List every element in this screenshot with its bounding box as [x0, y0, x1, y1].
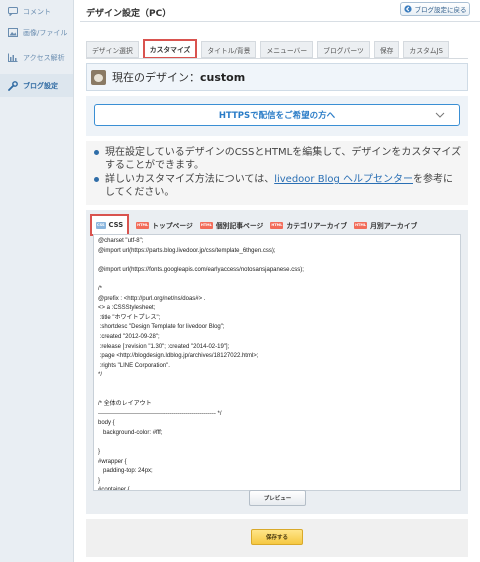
file-tab-css[interactable]: CSS CSS: [90, 214, 130, 236]
back-button-label: ブログ設定に戻る: [414, 6, 467, 14]
design-thumbnail: [91, 69, 106, 85]
sidebar-item-comment[interactable]: コメント: [0, 3, 73, 20]
tab-customize[interactable]: カスタマイズ: [142, 39, 198, 59]
https-info-button[interactable]: HTTPSで配信をご希望の方へ: [94, 104, 460, 126]
save-panel: 保存する: [86, 519, 468, 557]
tab-divider: [86, 58, 468, 59]
file-tab-label: CSS: [108, 221, 124, 229]
info-line-2: 詳しいカスタマイズ方法については、livedoor Blog ヘルプセンターを参…: [94, 173, 462, 199]
css-code-editor[interactable]: @charset "utf-8"; @import url(https://pa…: [93, 234, 461, 491]
sidebar-item-blog-settings[interactable]: ブログ設定: [0, 74, 73, 97]
info-panel: 現在設定しているデザインのCSSとHTMLを編集して、デザインをカスタマイズする…: [86, 141, 468, 205]
tab-save[interactable]: 保存: [373, 41, 400, 58]
current-design-label: 現在のデザイン：: [112, 71, 200, 84]
tab-blog-parts[interactable]: ブログパーツ: [317, 41, 370, 58]
sidebar-item-label: ブログ設定: [23, 81, 58, 90]
preview-button[interactable]: プレビュー: [249, 490, 306, 506]
editor-panel: CSS CSS HTML トップページ HTML 個別記事ページ HTML カテ…: [86, 210, 468, 514]
file-tabs: CSS CSS HTML トップページ HTML 個別記事ページ HTML カテ…: [90, 214, 424, 236]
tab-menubar[interactable]: メニューバー: [260, 41, 314, 58]
file-tab-top-page[interactable]: HTML トップページ: [136, 216, 193, 234]
back-arrow-icon: [403, 5, 412, 13]
tab-custom-js[interactable]: カスタムJS: [403, 41, 449, 58]
https-panel: HTTPSで配信をご希望の方へ: [86, 96, 468, 136]
file-tab-category-archive[interactable]: HTML カテゴリアーカイブ: [270, 216, 347, 234]
info-line-1: 現在設定しているデザインのCSSとHTMLを編集して、デザインをカスタマイズする…: [94, 146, 462, 172]
tab-title-background[interactable]: タイトル/背景: [201, 41, 257, 58]
file-tab-monthly-archive[interactable]: HTML 月別アーカイブ: [354, 216, 417, 234]
sidebar-item-label: コメント: [23, 7, 51, 16]
save-button[interactable]: 保存する: [251, 529, 303, 545]
file-tab-label: トップページ: [152, 222, 193, 230]
design-tabs: デザイン選択 カスタマイズ タイトル/背景 メニューバー ブログパーツ 保存 カ…: [86, 39, 453, 59]
header-divider: [80, 21, 480, 22]
file-tab-label: 月別アーカイブ: [370, 222, 418, 230]
sidebar-item-label: 画像/ファイル: [23, 28, 68, 37]
html-file-icon: HTML: [354, 221, 368, 229]
sidebar-item-image[interactable]: 画像/ファイル: [0, 20, 73, 45]
css-file-icon: CSS: [96, 221, 106, 229]
chart-icon: [7, 52, 18, 63]
wrench-icon: [7, 80, 18, 91]
comment-icon: [7, 6, 18, 17]
file-tab-article-page[interactable]: HTML 個別記事ページ: [199, 216, 264, 234]
tab-design-select[interactable]: デザイン選択: [86, 41, 139, 58]
page-title: デザイン設定（PC）: [86, 9, 172, 19]
image-icon: [7, 27, 18, 38]
chevron-down-icon: [435, 112, 445, 118]
html-file-icon: HTML: [270, 221, 284, 229]
file-tab-label: 個別記事ページ: [215, 222, 264, 230]
file-tab-label: カテゴリアーカイブ: [286, 222, 348, 230]
sidebar-item-access[interactable]: アクセス解析: [0, 45, 73, 70]
html-file-icon: HTML: [199, 221, 213, 229]
help-center-link[interactable]: livedoor Blog ヘルプセンター: [274, 174, 413, 185]
current-design-box: 現在のデザイン： custom: [86, 63, 468, 91]
sidebar-item-label: アクセス解析: [23, 53, 65, 62]
html-file-icon: HTML: [136, 221, 150, 229]
sidebar: コメント 画像/ファイル アクセス解析 ブログ設定: [0, 0, 74, 562]
https-button-label: HTTPSで配信をご希望の方へ: [218, 111, 336, 121]
back-to-blog-settings-button[interactable]: ブログ設定に戻る: [400, 2, 470, 16]
current-design-name: custom: [200, 70, 246, 84]
